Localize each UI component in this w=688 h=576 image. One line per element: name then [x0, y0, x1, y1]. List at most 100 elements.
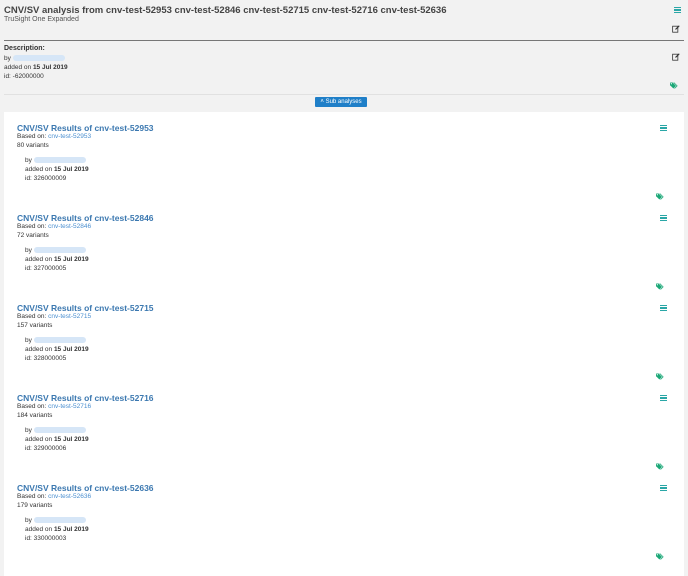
card-meta: by added on 15 Jul 2019 id: 326000009: [25, 156, 89, 183]
added-line: added on 15 Jul 2019: [25, 435, 89, 444]
added-date: 15 Jul 2019: [32, 64, 68, 71]
card-id: id: 326000009: [25, 175, 67, 182]
based-on: Based on: cnv-test-52716: [17, 403, 91, 410]
card-title[interactable]: CNV/SV Results of cnv-test-52716: [17, 393, 154, 403]
added-label: added on: [25, 346, 53, 353]
header-divider: [4, 40, 684, 41]
hamburger-menu-icon[interactable]: [660, 305, 667, 312]
by-label: by: [25, 247, 32, 254]
based-on: Based on: cnv-test-52953: [17, 133, 91, 140]
description-meta: by added on 15 Jul 2019 id: -62000000: [4, 54, 68, 81]
based-on-link[interactable]: cnv-test-52716: [48, 403, 91, 410]
edit-description-icon[interactable]: [672, 53, 680, 61]
card-meta: by added on 15 Jul 2019 id: 327000005: [25, 246, 89, 273]
added-label: added on: [25, 166, 53, 173]
tags-icon[interactable]: [656, 193, 665, 200]
author-name-redacted: [33, 247, 86, 254]
author-line: by: [25, 426, 89, 435]
added-date: 15 Jul 2019: [53, 346, 89, 353]
based-on-link[interactable]: cnv-test-52636: [48, 493, 91, 500]
author-line: by: [25, 336, 89, 345]
added-label: added on: [25, 526, 53, 533]
added-date: 15 Jul 2019: [53, 526, 89, 533]
page-title: CNV/SV analysis from cnv-test-52953 cnv-…: [4, 5, 447, 16]
added-line: added on 15 Jul 2019: [25, 345, 89, 354]
card-meta: by added on 15 Jul 2019 id: 330000003: [25, 516, 89, 543]
card-title[interactable]: CNV/SV Results of cnv-test-52636: [17, 483, 154, 493]
card-meta: by added on 15 Jul 2019 id: 329000006: [25, 426, 89, 453]
card-meta: by added on 15 Jul 2019 id: 328000005: [25, 336, 89, 363]
author-line: by: [25, 246, 89, 255]
based-on: Based on: cnv-test-52846: [17, 223, 91, 230]
card-id: id: 327000005: [25, 265, 67, 272]
tags-icon[interactable]: [656, 553, 665, 560]
added-date: 15 Jul 2019: [53, 256, 89, 263]
based-on-link[interactable]: cnv-test-52846: [48, 223, 91, 230]
added-label: added on: [25, 256, 53, 263]
sub-analysis-card: CNV/SV Results of cnv-test-52953 Based o…: [4, 112, 684, 202]
by-label: by: [4, 55, 11, 62]
hamburger-menu-icon[interactable]: [660, 215, 667, 222]
sub-analysis-card: CNV/SV Results of cnv-test-52636 Based o…: [4, 472, 684, 562]
variant-count: 179 variants: [17, 502, 53, 509]
sub-analyses-button[interactable]: ˄ Sub analyses: [315, 97, 367, 107]
page-subtitle: TruSight One Expanded: [4, 16, 79, 23]
based-on-link[interactable]: cnv-test-52715: [48, 313, 91, 320]
based-on-label: Based on:: [17, 223, 47, 230]
added-line: added on 15 Jul 2019: [25, 255, 89, 264]
chevron-up-icon: ˄: [320, 99, 324, 105]
added-date: 15 Jul 2019: [53, 166, 89, 173]
analysis-id: id: -62000000: [4, 73, 44, 80]
author-line: by: [25, 516, 89, 525]
by-label: by: [25, 517, 32, 524]
added-line: added on 15 Jul 2019: [25, 525, 89, 534]
hamburger-menu-icon[interactable]: [660, 125, 667, 132]
sub-analyses-label: Sub analyses: [325, 99, 362, 105]
based-on-label: Based on:: [17, 133, 47, 140]
card-title[interactable]: CNV/SV Results of cnv-test-52846: [17, 213, 154, 223]
author-name-redacted: [33, 427, 86, 434]
tags-icon[interactable]: [656, 373, 665, 380]
author-name-redacted: [33, 517, 86, 524]
tags-icon[interactable]: [656, 283, 665, 290]
sub-analysis-card: CNV/SV Results of cnv-test-52846 Based o…: [4, 202, 684, 292]
added-label: added on: [25, 436, 53, 443]
sub-analysis-card: CNV/SV Results of cnv-test-52716 Based o…: [4, 382, 684, 472]
card-id: id: 328000005: [25, 355, 67, 362]
by-label: by: [25, 337, 32, 344]
author-name-redacted: [33, 337, 86, 344]
added-date: 15 Jul 2019: [53, 436, 89, 443]
variant-count: 72 variants: [17, 232, 49, 239]
hamburger-menu-icon[interactable]: [660, 485, 667, 492]
hamburger-menu-icon[interactable]: [674, 7, 681, 14]
author-line: by: [4, 54, 68, 63]
analysis-header: CNV/SV analysis from cnv-test-52953 cnv-…: [0, 0, 688, 44]
based-on-link[interactable]: cnv-test-52953: [48, 133, 91, 140]
card-id: id: 329000006: [25, 445, 67, 452]
edit-icon[interactable]: [672, 25, 680, 33]
author-name-redacted: [12, 55, 65, 62]
added-label: added on: [4, 64, 32, 71]
card-title[interactable]: CNV/SV Results of cnv-test-52953: [17, 123, 154, 133]
author-line: by: [25, 156, 89, 165]
sub-analysis-card: CNV/SV Results of cnv-test-52715 Based o…: [4, 292, 684, 382]
sub-analyses-panel: CNV/SV Results of cnv-test-52953 Based o…: [4, 112, 684, 576]
based-on-label: Based on:: [17, 403, 47, 410]
based-on-label: Based on:: [17, 313, 47, 320]
added-line: added on 15 Jul 2019: [4, 63, 68, 72]
variant-count: 157 variants: [17, 322, 53, 329]
by-label: by: [25, 157, 32, 164]
tags-icon[interactable]: [656, 463, 665, 470]
card-title[interactable]: CNV/SV Results of cnv-test-52715: [17, 303, 154, 313]
based-on-label: Based on:: [17, 493, 47, 500]
tags-icon[interactable]: [670, 82, 679, 89]
based-on: Based on: cnv-test-52715: [17, 313, 91, 320]
added-line: added on 15 Jul 2019: [25, 165, 89, 174]
by-label: by: [25, 427, 32, 434]
author-name-redacted: [33, 157, 86, 164]
variant-count: 184 variants: [17, 412, 53, 419]
card-id: id: 330000003: [25, 535, 67, 542]
based-on: Based on: cnv-test-52636: [17, 493, 91, 500]
description-label: Description:: [4, 45, 45, 52]
hamburger-menu-icon[interactable]: [660, 395, 667, 402]
